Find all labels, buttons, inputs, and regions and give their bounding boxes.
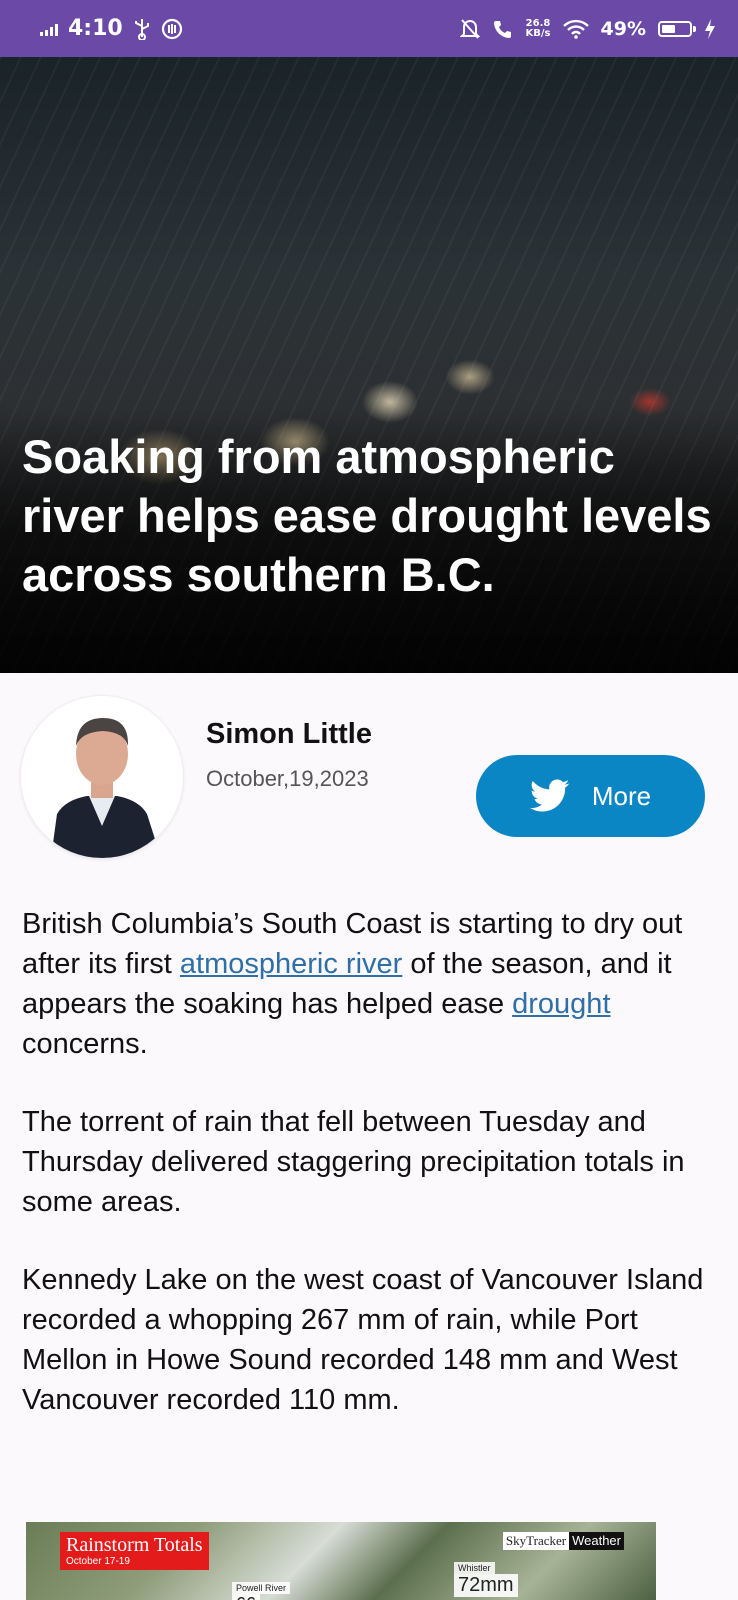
article-paragraph-2: The torrent of rain that fell between Tu… xyxy=(22,1106,685,1218)
link-drought[interactable]: drought xyxy=(512,988,610,1020)
network-speed: 26.8 KB/s xyxy=(525,17,551,39)
status-bar: 4:10 26.8 KB/s 49% xyxy=(0,0,738,57)
battery-percent: 49% xyxy=(600,17,646,40)
usb-icon xyxy=(134,18,149,40)
battery-fill xyxy=(662,24,675,33)
article-paragraph-1: British Columbia’s South Coast is starti… xyxy=(22,908,683,1060)
data-saver-icon xyxy=(161,18,182,39)
map-subtitle: October 17-19 xyxy=(66,1556,130,1567)
map-value-whistler: 72mm xyxy=(454,1574,518,1597)
charging-icon xyxy=(705,18,715,39)
author-photo xyxy=(21,696,183,858)
hero-image: Soaking from atmospheric river helps eas… xyxy=(0,57,738,673)
signal-icon xyxy=(40,22,58,36)
map-title-box: Rainstorm Totals October 17-19 xyxy=(60,1532,209,1570)
rainstorm-totals-map[interactable]: Rainstorm Totals October 17-19 SkyTracke… xyxy=(26,1522,656,1600)
article-headline: Soaking from atmospheric river helps eas… xyxy=(22,430,712,601)
map-label-powell-river: Powell River xyxy=(232,1582,291,1594)
wifi-calling-icon xyxy=(493,20,511,38)
author-name[interactable]: Simon Little xyxy=(206,718,372,751)
map-title: Rainstorm Totals xyxy=(66,1534,203,1556)
status-left: 4:10 xyxy=(40,16,183,41)
publish-date: October,19,2023 xyxy=(206,766,369,791)
author-avatar[interactable] xyxy=(21,696,183,858)
link-atmospheric-river[interactable]: atmospheric river xyxy=(180,948,402,980)
map-label-whistler: Whistler xyxy=(454,1562,495,1574)
wifi-icon xyxy=(562,19,589,39)
status-time: 4:10 xyxy=(68,16,123,41)
battery-icon xyxy=(658,20,696,37)
status-right: 26.8 KB/s 49% xyxy=(459,0,716,57)
map-value-powell-river: 66 xyxy=(232,1594,261,1600)
twitter-more-button[interactable]: More xyxy=(476,755,705,837)
article-paragraph-3: Kennedy Lake on the west coast of Vancou… xyxy=(22,1264,704,1416)
map-brand-logo: SkyTracker Weather xyxy=(502,1532,624,1550)
twitter-bird-icon xyxy=(529,779,570,812)
mute-icon xyxy=(459,18,480,39)
more-button-label: More xyxy=(591,780,652,811)
article-body: British Columbia’s South Coast is starti… xyxy=(22,904,712,1458)
